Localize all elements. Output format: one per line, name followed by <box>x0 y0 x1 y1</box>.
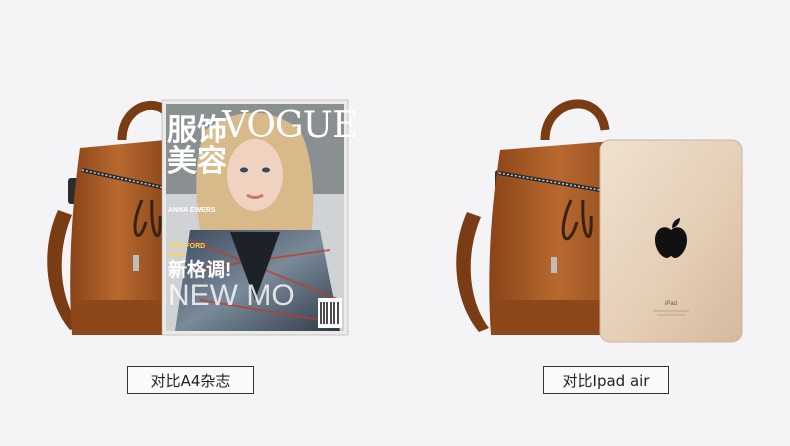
backpack-with-magazine-illustration: 服饰 美容 VOGUE ANNA EWERS TOM FORD RAIN 新格调… <box>47 99 358 336</box>
ipad-air: iPad <box>599 139 743 343</box>
caption-ipad-air: 对比Ipad air <box>543 366 669 394</box>
backpack-with-ipad-illustration: iPad <box>456 99 743 343</box>
magazine-headline: 新格调! <box>168 258 231 281</box>
vogue-magazine: 服饰 美容 VOGUE ANNA EWERS TOM FORD RAIN 新格调… <box>161 99 358 336</box>
magazine-cover-line: NEW MO <box>168 279 295 312</box>
magazine-chinese-title-2: 美容 <box>167 144 227 179</box>
magazine-brand: VOGUE <box>221 105 357 146</box>
ipad-label: iPad <box>665 301 677 307</box>
product-comparison-banner: 服饰 美容 VOGUE ANNA EWERS TOM FORD RAIN 新格调… <box>0 0 790 446</box>
magazine-sidebar-line-3: RAIN <box>168 252 185 259</box>
caption-ipad-air-text: 对比Ipad air <box>562 371 650 390</box>
magazine-chinese-title-1: 服饰 <box>167 113 227 148</box>
backpack-handle <box>540 99 610 141</box>
magazine-sidebar-line-1: ANNA EWERS <box>168 207 216 214</box>
caption-a4-magazine: 对比A4杂志 <box>127 366 254 394</box>
magazine-sidebar-line-2: TOM FORD <box>168 243 205 250</box>
caption-a4-magazine-text: 对比A4杂志 <box>150 371 231 390</box>
